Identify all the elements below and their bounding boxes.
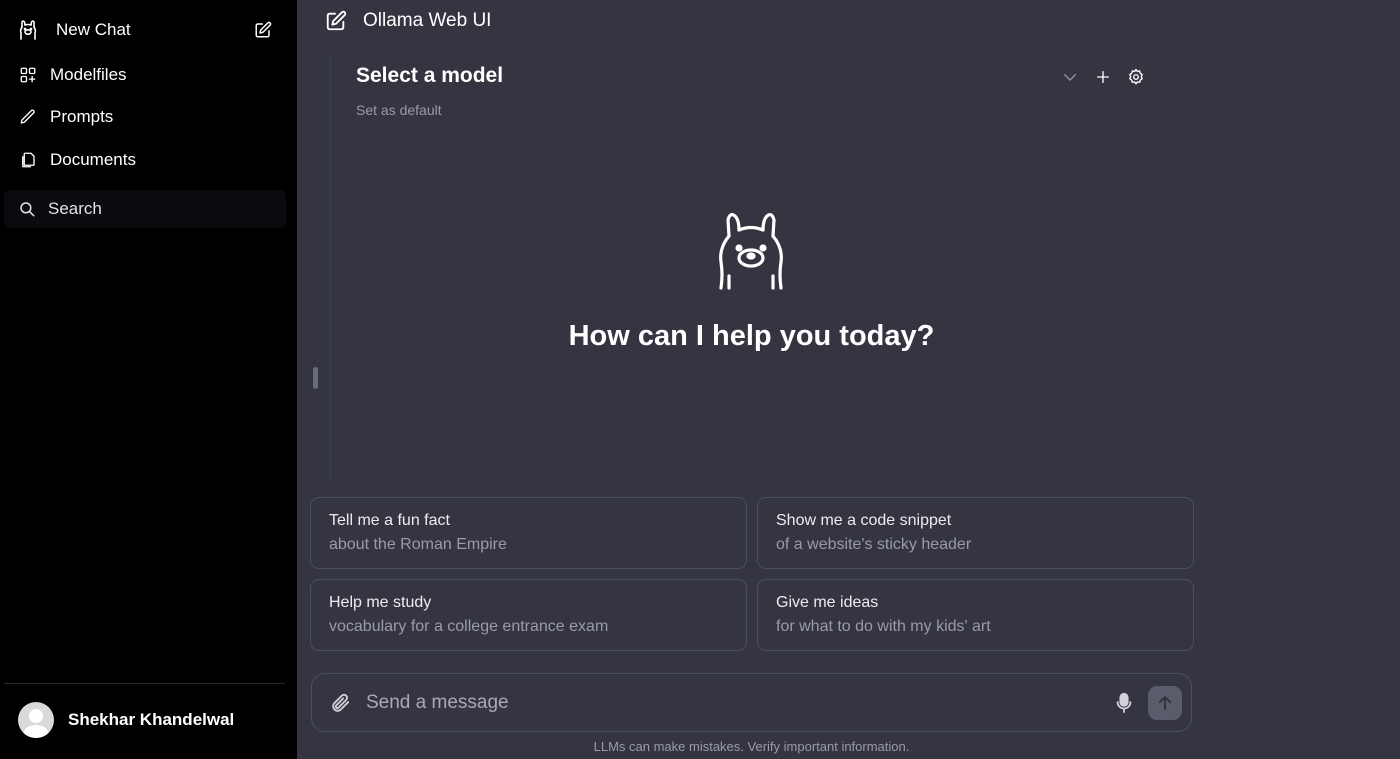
greeting-heading: How can I help you today? <box>568 320 935 352</box>
sidebar-item-documents[interactable]: Documents <box>18 142 273 178</box>
suggestion-subtitle: for what to do with my kids' art <box>776 618 991 635</box>
user-profile[interactable]: Shekhar Khandelwal <box>18 702 234 738</box>
suggestion-title: Give me ideas <box>776 594 879 611</box>
avatar <box>18 702 54 738</box>
new-chat-label: New Chat <box>56 20 131 39</box>
suggestion-card[interactable]: Help me study vocabulary for a college e… <box>310 579 747 651</box>
documents-icon <box>18 150 38 170</box>
suggestion-title: Show me a code snippet <box>776 512 952 529</box>
suggestion-title: Tell me a fun fact <box>329 512 450 529</box>
sidebar-divider <box>4 683 285 684</box>
sidebar: New Chat Modelfiles Prompts Documents Se… <box>0 0 297 759</box>
search-label: Search <box>48 199 102 218</box>
topbar: Ollama Web UI <box>325 10 491 32</box>
message-composer <box>311 673 1192 732</box>
send-button[interactable] <box>1148 685 1182 720</box>
suggestion-card[interactable]: Tell me a fun fact about the Roman Empir… <box>310 497 747 569</box>
pencil-icon <box>18 107 38 127</box>
new-chat-button[interactable]: New Chat <box>18 12 273 48</box>
microphone-icon[interactable] <box>1112 691 1136 715</box>
suggestion-subtitle: vocabulary for a college entrance exam <box>329 618 609 635</box>
suggestion-title: Help me study <box>329 594 432 611</box>
user-name: Shekhar Khandelwal <box>68 710 235 729</box>
sidebar-item-modelfiles[interactable]: Modelfiles <box>18 57 273 93</box>
paperclip-icon[interactable] <box>328 691 352 715</box>
page-title: Ollama Web UI <box>363 10 492 31</box>
modelfiles-icon <box>18 65 38 85</box>
sidebar-drag-handle[interactable] <box>313 367 318 389</box>
gear-icon[interactable] <box>1125 66 1147 88</box>
model-tools <box>1059 66 1158 88</box>
app-root: New Chat Modelfiles Prompts Documents Se… <box>0 0 1400 759</box>
suggestion-card[interactable]: Give me ideas for what to do with my kid… <box>757 579 1194 651</box>
search-icon <box>18 200 36 218</box>
chat-guide-line <box>330 55 331 485</box>
chevron-down-icon[interactable] <box>1059 66 1081 88</box>
main-panel: Ollama Web UI Select a model Set as defa… <box>297 0 1400 759</box>
message-input[interactable] <box>366 682 1112 723</box>
sidebar-item-label: Modelfiles <box>50 65 127 84</box>
set-as-default-link[interactable]: Set as default <box>356 102 503 118</box>
suggestion-card[interactable]: Show me a code snippet of a website's st… <box>757 497 1194 569</box>
edit-icon[interactable] <box>253 20 273 40</box>
sidebar-item-label: Prompts <box>50 107 114 126</box>
arrow-up-icon <box>1158 695 1172 710</box>
disclaimer-text: LLMs can make mistakes. Verify important… <box>593 739 910 754</box>
suggestion-subtitle: of a website's sticky header <box>776 536 972 553</box>
add-model-icon[interactable] <box>1092 66 1114 88</box>
sidebar-item-prompts[interactable]: Prompts <box>18 99 273 135</box>
suggestion-subtitle: about the Roman Empire <box>329 536 507 553</box>
ollama-logo-icon <box>715 210 787 299</box>
model-select-title[interactable]: Select a model <box>356 64 503 88</box>
sidebar-item-label: Documents <box>50 150 136 169</box>
new-chat-edit-icon[interactable] <box>325 10 347 32</box>
ollama-logo-icon <box>18 20 38 40</box>
model-selector[interactable]: Select a model Set as default <box>356 64 503 118</box>
sidebar-search[interactable]: Search <box>4 190 286 228</box>
